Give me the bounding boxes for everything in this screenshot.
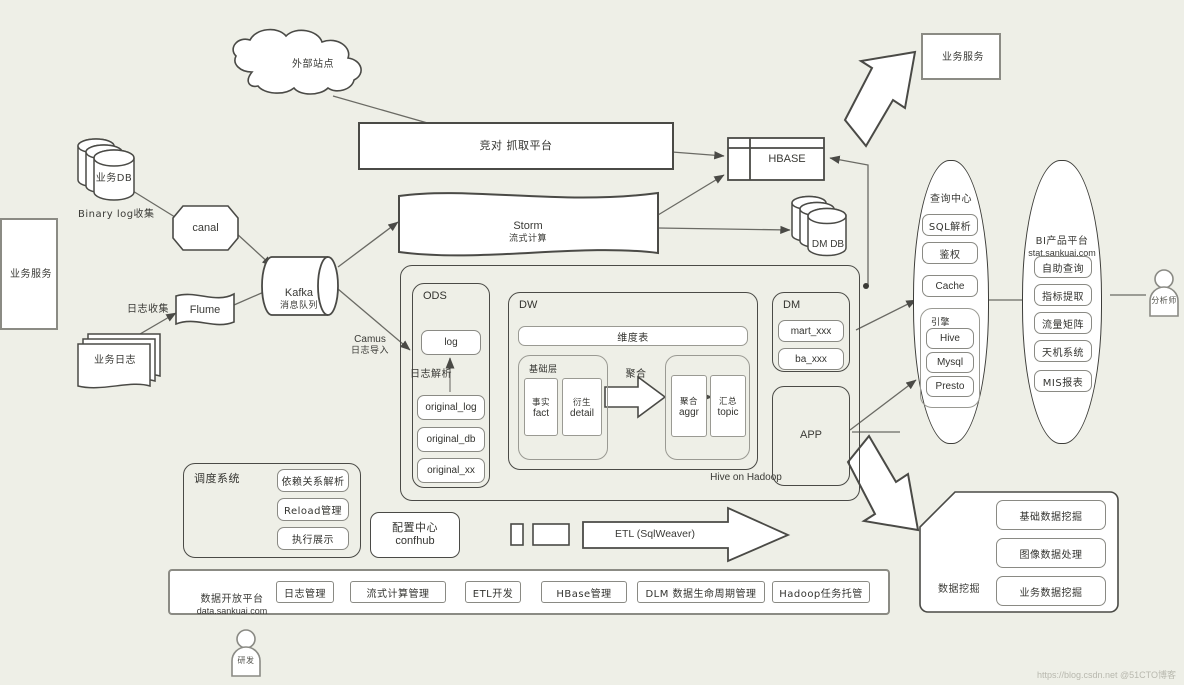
storm-label: Storm 流式计算 — [470, 205, 586, 260]
dw-topic-cn: 汇总 — [718, 396, 737, 407]
data-mining-title: 数据挖掘 — [938, 584, 980, 595]
camus-title: Camus — [354, 334, 386, 345]
ods-item-original-xx[interactable]: original_xx — [417, 458, 485, 483]
dw-aggr-en: aggr — [678, 406, 699, 418]
dw-fact-cn: 事实 — [531, 397, 550, 408]
dw-detail-cn: 衍生 — [572, 397, 591, 408]
log-collect-label: 日志收集 — [127, 304, 169, 315]
open-platform-item-hbase-mgmt[interactable]: HBase管理 — [541, 581, 627, 603]
dw-topic-chip[interactable]: 汇总 topic — [710, 375, 746, 437]
dw-topic-en: topic — [717, 406, 739, 418]
dw-detail-en: detail — [570, 407, 594, 419]
ods-title: ODS — [423, 290, 447, 302]
etl-marker-small — [510, 523, 524, 546]
camus-label: Camus 日志导入 — [338, 320, 402, 371]
dw-aggr-chip[interactable]: 聚合 aggr — [671, 375, 707, 437]
crawler-platform-label: 竞对 抓取平台 — [479, 139, 553, 153]
open-platform-item-stream-mgmt[interactable]: 流式计算管理 — [350, 581, 446, 603]
bi-item-mis-report[interactable]: MIS报表 — [1034, 370, 1092, 392]
etl-marker-wide — [532, 523, 570, 546]
storm-title: Storm — [513, 220, 543, 233]
diagram-canvas: 外部站点 竞对 抓取平台 业务服务 业务DB Binary log收集 cana… — [0, 0, 1184, 685]
dm-item-ba[interactable]: ba_xxx — [778, 348, 844, 370]
config-center-title: 配置中心 — [392, 521, 438, 535]
bi-item-metric-extract[interactable]: 指标提取 — [1034, 284, 1092, 306]
biz-log-label: 业务日志 — [94, 355, 136, 366]
watermark: https://blog.csdn.net @51CTO博客 — [1036, 670, 1176, 680]
open-platform-title: 数据开放平台 — [200, 594, 264, 605]
analyst-actor: 分析师 — [1146, 268, 1182, 318]
bi-item-traffic-matrix[interactable]: 流量矩阵 — [1034, 312, 1092, 334]
etl-label: ETL (SqlWeaver) — [615, 528, 695, 540]
ods-item-original-db[interactable]: original_db — [417, 427, 485, 452]
scheduler-item-reload[interactable]: Reload管理 — [277, 498, 349, 521]
dw-detail-chip[interactable]: 衍生 detail — [562, 378, 602, 436]
scheduler-title: 调度系统 — [194, 472, 240, 485]
person-icon — [231, 629, 261, 677]
biz-service-top-box: 业务服务 — [921, 33, 1001, 80]
bi-platform-name: BI产品平台 — [1035, 236, 1089, 247]
open-platform-item-etl-dev[interactable]: ETL开发 — [465, 581, 521, 603]
flume-label: Flume — [189, 304, 221, 316]
dw-dim-table: 维度表 — [518, 326, 748, 346]
bi-item-tianji-system[interactable]: 天机系统 — [1034, 340, 1092, 362]
open-platform-item-hadoop-hosting[interactable]: Hadoop任务托管 — [772, 581, 870, 603]
dw-dim-table-label: 维度表 — [617, 332, 649, 344]
camus-sub: 日志导入 — [350, 346, 389, 356]
scheduler-item-exec-display[interactable]: 执行展示 — [277, 527, 349, 550]
dw-fact-en: fact — [532, 407, 550, 419]
kafka-title: Kafka — [284, 287, 314, 300]
crawler-platform-box: 竞对 抓取平台 — [358, 122, 674, 170]
dm-title: DM — [783, 299, 801, 311]
dw-aggregate-label: 聚合 — [625, 369, 647, 380]
biz-db-cylinders-shape — [77, 138, 135, 201]
biz-service-left-box: 业务服务 — [0, 218, 58, 330]
open-platform-item-dlm[interactable]: DLM 数据生命周期管理 — [637, 581, 765, 603]
dw-title: DW — [519, 299, 538, 311]
dm-item-mart[interactable]: mart_xxx — [778, 320, 844, 342]
kafka-sub: 消息队列 — [279, 300, 318, 311]
dw-base-layer-title: 基础层 — [529, 365, 558, 375]
binary-log-label: Binary log收集 — [78, 209, 155, 220]
dm-db-label: DM DB — [811, 239, 845, 250]
query-center-item-cache[interactable]: Cache — [922, 275, 978, 297]
engine-hive[interactable]: Hive — [926, 328, 974, 349]
ods-log-chip[interactable]: log — [421, 330, 481, 355]
storm-sub: 流式计算 — [508, 233, 547, 244]
open-platform-domain: data.sankuai.com — [196, 606, 268, 616]
config-center-sub: confhub — [395, 535, 435, 547]
engine-title: 引擎 — [931, 318, 951, 328]
bi-item-self-query[interactable]: 自助查询 — [1034, 256, 1092, 278]
query-center-title: 查询中心 — [930, 194, 972, 205]
open-platform-item-log-mgmt[interactable]: 日志管理 — [276, 581, 334, 603]
ods-item-original-log[interactable]: original_log — [417, 395, 485, 420]
engine-presto[interactable]: Presto — [926, 376, 974, 397]
person-icon — [1149, 269, 1179, 317]
developer-label: 研发 — [237, 656, 255, 665]
query-center-item-sql-parse[interactable]: SQL解析 — [922, 214, 978, 236]
hollow-arrow-up — [843, 50, 917, 148]
dw-fact-chip[interactable]: 事实 fact — [524, 378, 558, 436]
biz-service-left-label: 业务服务 — [10, 269, 52, 280]
biz-db-label: 业务DB — [95, 173, 133, 184]
engine-mysql[interactable]: Mysql — [926, 352, 974, 373]
kafka-label: Kafka 消息队列 — [268, 272, 330, 327]
data-mining-item-image[interactable]: 图像数据处理 — [996, 538, 1106, 568]
app-title: APP — [799, 429, 822, 441]
hbase-label: HBASE — [768, 153, 806, 165]
dw-aggr-cn: 聚合 — [679, 396, 698, 407]
biz-service-top-label: 业务服务 — [942, 52, 984, 63]
config-center-box: 配置中心 confhub — [370, 512, 460, 558]
scheduler-item-dependency[interactable]: 依赖关系解析 — [277, 469, 349, 492]
external-site-label: 外部站点 — [292, 59, 334, 70]
ods-parse-label: 日志解析 — [410, 369, 452, 380]
data-mining-item-business[interactable]: 业务数据挖掘 — [996, 576, 1106, 606]
canal-label: canal — [192, 222, 219, 234]
open-platform-title-block: 数据开放平台 data.sankuai.com — [172, 580, 292, 631]
analyst-label: 分析师 — [1151, 296, 1177, 305]
data-mining-item-basic[interactable]: 基础数据挖掘 — [996, 500, 1106, 530]
query-center-item-auth[interactable]: 鉴权 — [922, 242, 978, 264]
developer-actor: 研发 — [228, 628, 264, 678]
